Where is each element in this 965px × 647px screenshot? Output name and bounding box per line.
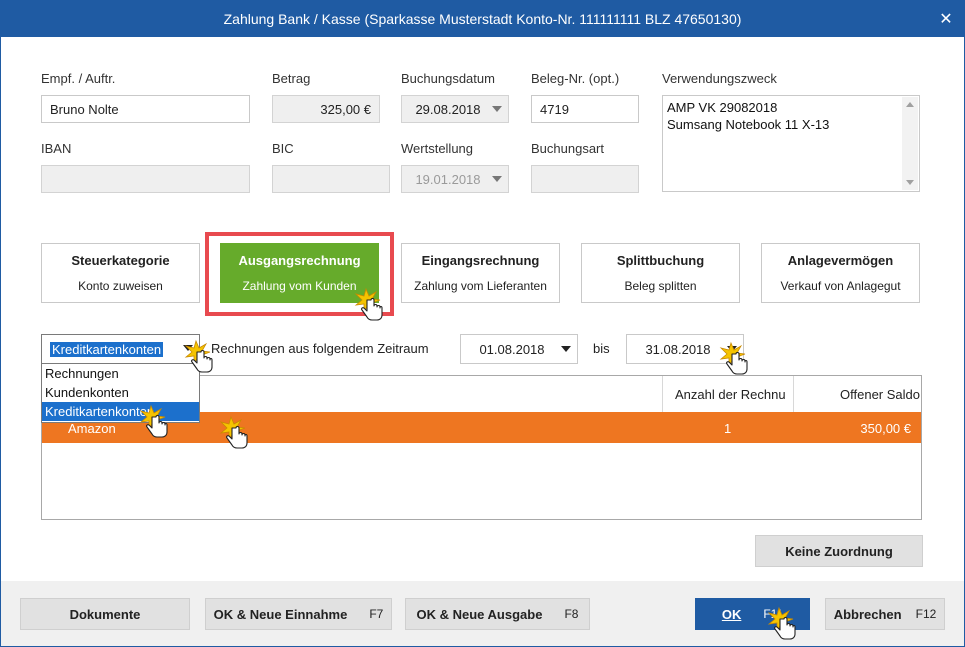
hand-cursor-icon	[717, 340, 751, 380]
empfaenger-value: Bruno Nolte	[50, 101, 119, 117]
verwendungszweck-label: Verwendungszweck	[662, 71, 777, 86]
hand-cursor-icon	[137, 403, 171, 443]
ok-neue-einnahme-button[interactable]: OK & Neue Einnahme F7	[205, 598, 392, 630]
category-title: Anlagevermögen	[787, 253, 894, 268]
column-header-count[interactable]: Anzahl der Rechnu	[663, 376, 793, 412]
beleg-label: Beleg-Nr. (opt.)	[531, 71, 620, 86]
verwendungszweck-line-2: Sumsang Notebook 11 X-13	[667, 117, 830, 132]
abbrechen-label: Abbrechen	[833, 606, 902, 622]
from-date-select[interactable]: 01.08.2018	[460, 334, 578, 364]
ok-neue-ausgabe-button[interactable]: OK & Neue Ausgabe F8	[405, 598, 590, 630]
empfaenger-label: Empf. / Auftr.	[41, 71, 116, 86]
buchungsdatum-label: Buchungsdatum	[401, 71, 495, 86]
category-anlagevermoegen-button[interactable]: Anlagevermögen Verkauf von Anlagegut	[761, 243, 920, 303]
bic-label: BIC	[272, 141, 294, 156]
iban-input[interactable]	[41, 165, 250, 193]
dropdown-option-kreditkartenkonten[interactable]: Kreditkartenkonten	[42, 402, 199, 421]
account-type-value: Kreditkartenkonten	[50, 341, 164, 357]
category-title: Eingangsrechnung	[421, 253, 540, 268]
hand-cursor-icon	[217, 414, 251, 454]
category-subtitle: Beleg splitten	[624, 279, 697, 293]
ok-neue-einnahme-shortcut: F7	[369, 607, 384, 621]
scroll-down-icon[interactable]	[906, 180, 914, 185]
buchungsdatum-value: 29.08.2018	[415, 101, 481, 117]
betrag-value: 325,00 €	[320, 101, 371, 117]
beleg-input[interactable]: 4719	[531, 95, 639, 123]
scroll-up-icon[interactable]	[906, 102, 914, 107]
account-type-select[interactable]: Kreditkartenkonten	[41, 334, 200, 364]
category-title: Splittbuchung	[616, 253, 705, 268]
hand-cursor-icon	[765, 605, 799, 645]
abbrechen-button[interactable]: Abbrechen F12	[825, 598, 945, 630]
wertstellung-value: 19.01.2018	[415, 171, 481, 187]
betrag-input[interactable]: 325,00 €	[272, 95, 380, 123]
wertstellung-select[interactable]: 19.01.2018	[401, 165, 509, 193]
keine-zuordnung-button[interactable]: Keine Zuordnung	[755, 535, 923, 567]
dokumente-button[interactable]: Dokumente	[20, 598, 190, 630]
to-date-value: 31.08.2018	[645, 341, 711, 357]
hand-cursor-icon	[352, 286, 386, 326]
row-name: Amazon	[68, 421, 116, 436]
buchungsart-input[interactable]	[531, 165, 639, 193]
betrag-label: Betrag	[272, 71, 311, 86]
category-eingangsrechnung-button[interactable]: Eingangsrechnung Zahlung vom Lieferanten	[401, 243, 560, 303]
verwendungszweck-line-1: AMP VK 29082018	[667, 100, 778, 115]
dropdown-option-kundenkonten[interactable]: Kundenkonten	[42, 383, 199, 402]
category-subtitle: Konto zuweisen	[78, 279, 163, 293]
category-title: Steuerkategorie	[71, 253, 170, 268]
row-count: 1	[724, 421, 732, 436]
ok-neue-ausgabe-shortcut: F8	[564, 607, 579, 621]
to-label: bis	[593, 341, 610, 356]
dropdown-option-rechnungen[interactable]: Rechnungen	[42, 364, 199, 383]
window-titlebar: Zahlung Bank / Kasse (Sparkasse Musterst…	[0, 0, 965, 37]
category-splittbuchung-button[interactable]: Splittbuchung Beleg splitten	[581, 243, 740, 303]
hand-cursor-icon	[182, 338, 216, 378]
buchungsart-label: Buchungsart	[531, 141, 604, 156]
iban-label: IBAN	[41, 141, 72, 156]
from-date-value: 01.08.2018	[479, 341, 545, 357]
dokumente-label: Dokumente	[69, 606, 141, 622]
abbrechen-shortcut: F12	[915, 607, 937, 621]
beleg-value: 4719	[540, 101, 569, 117]
empfaenger-input[interactable]: Bruno Nolte	[41, 95, 250, 123]
category-subtitle: Zahlung vom Kunden	[242, 279, 357, 293]
close-icon[interactable]: ✕	[927, 0, 965, 37]
ok-neue-ausgabe-label: OK & Neue Ausgabe	[416, 606, 543, 622]
dropdown-arrow-icon	[561, 346, 571, 352]
category-subtitle: Zahlung vom Lieferanten	[414, 279, 547, 293]
column-header-saldo[interactable]: Offener Saldo	[794, 376, 920, 412]
buchungsdatum-select[interactable]: 29.08.2018	[401, 95, 509, 123]
dropdown-arrow-icon	[492, 106, 502, 112]
wertstellung-label: Wertstellung	[401, 141, 474, 156]
category-steuerkategorie-button[interactable]: Steuerkategorie Konto zuweisen	[41, 243, 200, 303]
account-type-dropdown-list[interactable]: Rechnungen Kundenkonten Kreditkartenkont…	[41, 363, 200, 423]
verwendungszweck-scrollbar[interactable]	[902, 97, 918, 190]
window-title: Zahlung Bank / Kasse (Sparkasse Musterst…	[223, 10, 742, 27]
ok-neue-einnahme-label: OK & Neue Einnahme	[213, 606, 348, 622]
ok-label: OK	[721, 606, 742, 622]
dropdown-arrow-icon	[492, 176, 502, 182]
row-saldo: 350,00 €	[860, 421, 911, 436]
category-subtitle: Verkauf von Anlagegut	[780, 279, 901, 293]
bic-input[interactable]	[272, 165, 390, 193]
verwendungszweck-textarea[interactable]: AMP VK 29082018 Sumsang Notebook 11 X-13	[662, 95, 920, 192]
range-label: Rechnungen aus folgendem Zeitraum	[211, 341, 429, 356]
category-title: Ausgangsrechnung	[238, 253, 361, 268]
